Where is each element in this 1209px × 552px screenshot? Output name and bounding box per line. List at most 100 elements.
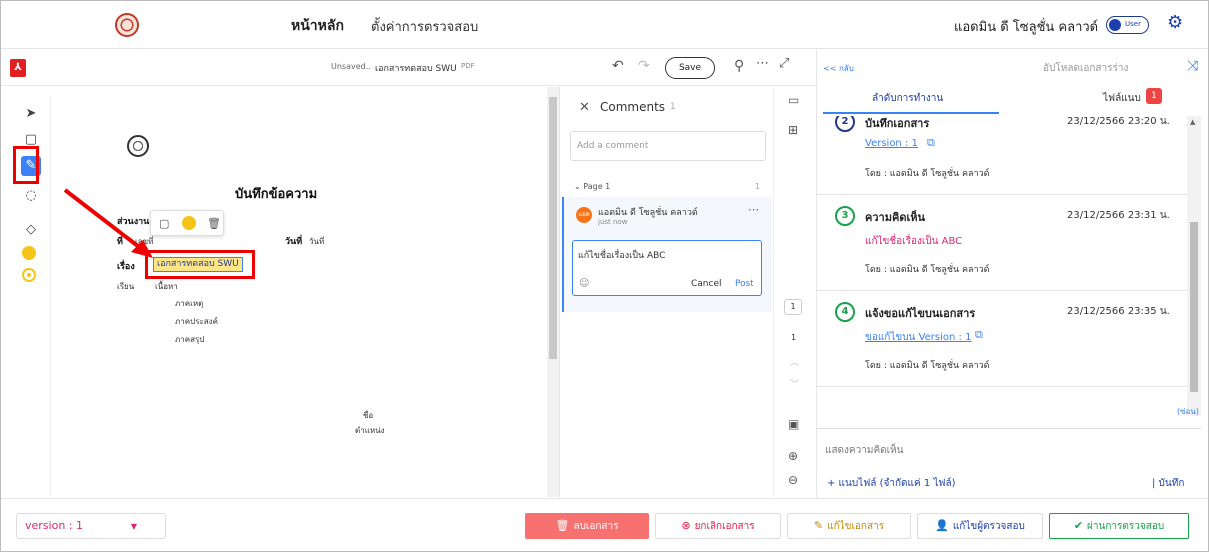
cancel-button[interactable]: Cancel xyxy=(691,279,722,289)
redo-icon[interactable]: ↷ xyxy=(638,58,650,74)
edit-document-button[interactable]: ✎ แก้ไขเอกสาร xyxy=(787,513,911,539)
search-icon[interactable]: ⚲ xyxy=(734,58,744,74)
trash-icon[interactable]: 🗑 xyxy=(207,217,221,230)
step-number: 4 xyxy=(835,302,855,322)
chevron-down-icon: ⌄ xyxy=(574,182,584,191)
scroll-up-icon[interactable]: ▲ xyxy=(1190,118,1195,126)
comment-thread[interactable]: แอด แอดมิน ดี โซลูชั่น คลาวด์ just now ⋯… xyxy=(562,197,772,312)
collapse-icon[interactable]: ⤨ xyxy=(1187,58,1198,74)
external-link-icon[interactable]: ⧉ xyxy=(975,328,983,342)
annotation-popup: ▢ 🗑 xyxy=(150,210,224,236)
save-button[interactable]: Save xyxy=(665,57,715,79)
undo-icon[interactable]: ↶ xyxy=(612,58,624,74)
annotation-highlight-box xyxy=(13,146,39,184)
page-number-input[interactable]: 1 xyxy=(784,299,802,315)
university-logo-icon[interactable] xyxy=(115,13,139,37)
workflow-panel: << กลับ อัปโหลดเอกสารร่าง ⤨ ลำดับการทำงา… xyxy=(816,50,1208,498)
page-settings-icon[interactable]: ▣ xyxy=(788,417,799,431)
check-circle-icon: ✔ xyxy=(1073,519,1084,532)
hide-link[interactable]: (ซ่อน) xyxy=(1177,405,1199,418)
color-swatch-yellow[interactable] xyxy=(22,246,36,260)
cancel-document-button[interactable]: ⊗ ยกเลิกเอกสาร xyxy=(655,513,781,539)
tab-workflow[interactable]: ลำดับการทำงาน xyxy=(872,91,943,106)
document-page: บันทึกข้อความ ส่วนงาน ที่ เลขที่ วันที่ … xyxy=(57,87,547,497)
doc-field-date-value: วันที่ xyxy=(309,237,325,246)
attachments-badge: 1 xyxy=(1146,88,1162,104)
version-link[interactable]: Version : 1 xyxy=(865,138,918,149)
chevron-up-icon[interactable]: ︿ xyxy=(790,355,799,368)
step-author: โดย : แอดมิน ดี โซลูชั่น คลาวด์ xyxy=(865,169,990,179)
user-edit-icon: 👤 xyxy=(935,519,949,532)
close-icon[interactable]: ✕ xyxy=(579,100,590,115)
step-date: 23/12/2566 23:20 น. xyxy=(1067,116,1170,127)
comments-count: 1 xyxy=(670,102,676,112)
workflow-list: 2 บันทึกเอกสาร 23/12/2566 23:20 น. Versi… xyxy=(817,116,1187,426)
zoom-out-icon[interactable]: ⊖ xyxy=(788,473,798,487)
external-link-icon[interactable]: ⧉ xyxy=(927,136,935,150)
select-arrow-icon[interactable]: ➤ xyxy=(21,104,41,124)
approve-button[interactable]: ✔ ผ่านการตรวจสอบ xyxy=(1049,513,1189,539)
thumbnails-icon[interactable]: ⊞ xyxy=(788,123,798,137)
attach-file-button[interactable]: + แนบไฟล์ (จำกัดแค่ 1 ไฟล์) xyxy=(827,476,956,491)
step-number: 2 xyxy=(835,116,855,132)
delete-document-button[interactable]: 🗑 ลบเอกสาร xyxy=(525,513,649,539)
delete-label: ลบเอกสาร xyxy=(573,521,619,532)
scrollbar-thumb[interactable] xyxy=(549,97,557,359)
emoji-icon[interactable]: ☺ xyxy=(579,278,589,289)
doc-field-to: เรียน xyxy=(117,282,135,291)
version-value: version : 1 xyxy=(25,519,83,532)
comment-page-group[interactable]: ⌄ Page 1 1 xyxy=(574,182,760,191)
comments-toggle-icon[interactable]: ▭ xyxy=(788,93,799,107)
edit-label: แก้ไขเอกสาร xyxy=(827,521,885,532)
edit-reviewer-button[interactable]: 👤 แก้ไขผู้ตรวจสอบ xyxy=(917,513,1043,539)
edit-request-link[interactable]: ขอแก้ไขบน Version : 1 xyxy=(865,330,971,345)
page-label: Page 1 xyxy=(583,182,611,191)
pdf-app-icon: ⅄ xyxy=(10,59,26,77)
doc-line: ภาคสรุป xyxy=(175,335,205,344)
workflow-scrollbar[interactable]: ▲ xyxy=(1187,116,1201,416)
divider xyxy=(817,290,1187,291)
add-comment-input[interactable]: Add a comment xyxy=(570,131,766,161)
document-seal-icon xyxy=(127,135,149,157)
app-window: หน้าหลัก ตั้งค่าการตรวจสอบ แอดมิน ดี โซล… xyxy=(0,0,1209,552)
caret-down-icon: ▼ xyxy=(130,522,137,531)
nav-settings-link[interactable]: ตั้งค่าการตรวจสอบ xyxy=(371,16,478,37)
user-name: แอดมิน ดี โซลูชั่น คลาวด์ xyxy=(954,20,1099,35)
back-link[interactable]: << กลับ xyxy=(823,62,854,75)
eraser-icon[interactable]: ◇ xyxy=(21,220,41,240)
comment-input[interactable]: แสดงความคิดเห็น xyxy=(825,443,903,458)
chevron-down-icon[interactable]: ﹀ xyxy=(790,377,799,390)
cancel-circle-icon: ⊗ xyxy=(681,519,691,532)
save-comment-button[interactable]: | บันทึก xyxy=(1152,476,1184,491)
lasso-icon[interactable]: ◌ xyxy=(21,186,41,206)
zoom-in-icon[interactable]: ⊕ xyxy=(788,449,798,463)
comment-text[interactable]: แก้ไขชื่อเรื่องเป็น ABC xyxy=(578,248,665,262)
nav-home-link[interactable]: หน้าหลัก xyxy=(291,15,344,37)
annotation-color-icon[interactable] xyxy=(182,216,196,230)
tab-attachments[interactable]: ไฟล์แนบ xyxy=(1103,91,1141,106)
user-mode-toggle[interactable]: User xyxy=(1106,16,1149,34)
step-note: แก้ไขชื่อเรื่องเป็น ABC xyxy=(865,236,963,247)
toggle-label: User xyxy=(1125,20,1141,28)
gear-icon[interactable]: ⚙ xyxy=(1167,13,1183,33)
step-number: 3 xyxy=(835,206,855,226)
comments-title: Comments xyxy=(600,100,666,114)
step-title: บันทึกเอกสาร xyxy=(865,117,930,130)
stroke-style-icon[interactable] xyxy=(22,268,36,282)
comment-edit-box[interactable]: แก้ไขชื่อเรื่องเป็น ABC ☺ Cancel Post xyxy=(572,240,762,296)
post-button[interactable]: Post xyxy=(735,279,754,289)
comment-time: just now xyxy=(598,218,628,226)
approve-label: ผ่านการตรวจสอบ xyxy=(1087,521,1165,532)
upload-draft-link[interactable]: อัปโหลดเอกสารร่าง xyxy=(1043,61,1128,76)
scrollbar-thumb[interactable] xyxy=(1190,222,1198,392)
more-options-icon[interactable]: ⋯ xyxy=(756,56,769,71)
reviewer-label: แก้ไขผู้ตรวจสอบ xyxy=(952,521,1025,532)
comments-panel: ✕ Comments 1 Add a comment ⌄ Page 1 1 แอ… xyxy=(559,87,773,497)
expand-icon[interactable]: ⤢ xyxy=(779,56,789,71)
document-scrollbar[interactable] xyxy=(547,87,559,497)
toggle-knob xyxy=(1109,19,1121,31)
comment-menu-icon[interactable]: ⋯ xyxy=(748,203,759,216)
step-title: ความคิดเห็น xyxy=(865,211,925,224)
pdf-toolbar: ⅄ Unsaved.. เอกสารทดสอบ SWU PDF ↶ ↷ Save… xyxy=(1,50,816,86)
version-select[interactable]: version : 1 ▼ xyxy=(16,513,166,539)
